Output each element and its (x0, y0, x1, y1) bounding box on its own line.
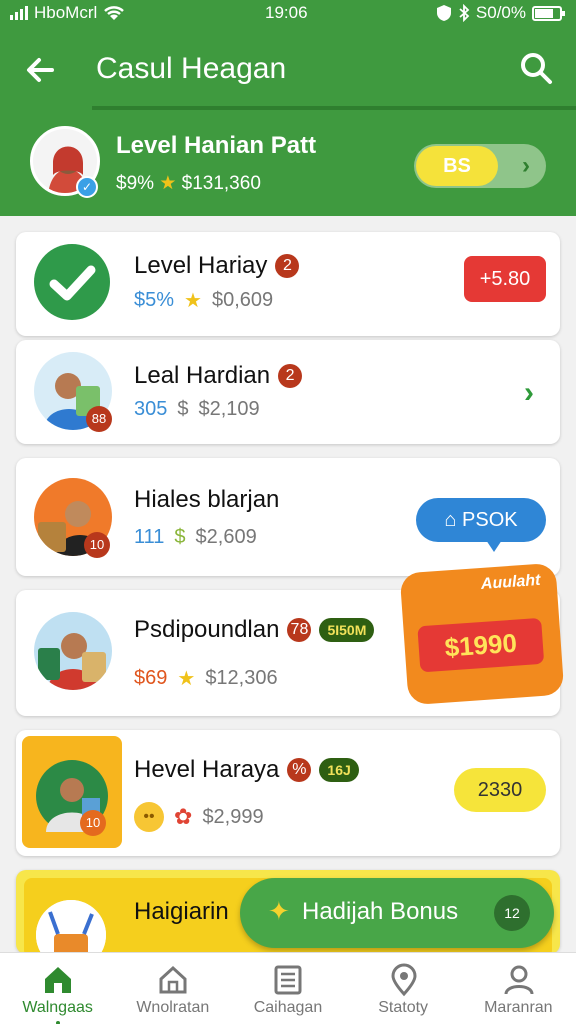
avatar (34, 612, 112, 690)
bonus-button[interactable]: ✦ Hadijah Bonus 12 (240, 878, 554, 948)
item-name: Hiales blarjan (134, 486, 280, 513)
bonus-badge: 12 (494, 895, 530, 931)
wifi-icon (104, 6, 125, 20)
dollar-icon: $ (177, 398, 189, 420)
bonus-label: Hadijah Bonus (302, 898, 459, 925)
item-amount: $2,609 (195, 526, 257, 548)
battery-text: S0/0% (475, 3, 526, 22)
thumb-badge: 10 (84, 532, 110, 558)
star-icon: ★ (177, 668, 196, 690)
nav-label: Maranran (484, 999, 553, 1016)
home-icon (45, 967, 71, 993)
post-button[interactable]: ⌂ PSOK (416, 498, 546, 552)
home-icon: ⌂ (444, 509, 463, 531)
signal-icon (10, 6, 28, 20)
item-name: Psdipoundlan (134, 616, 280, 643)
chevron-right-icon: › (522, 152, 530, 179)
toggle-label: BS (416, 146, 498, 186)
nav-label: Statoty (378, 999, 429, 1016)
list-item[interactable]: Psdipoundlan 78 5I50M $69 ★ $12,306 Auulaht … (16, 562, 565, 716)
count-badge: 2 (278, 364, 303, 388)
item-name: Leal Hardian (134, 362, 271, 389)
nav-item-list[interactable]: Caihagan (230, 953, 345, 1024)
dollar-icon: $ (174, 526, 186, 548)
chevron-right-icon[interactable]: › (524, 376, 534, 410)
list-item[interactable]: 10 Hevel Haraya% 16J •• ✿ $2,999 2330 (16, 730, 560, 856)
gift-icon: ✦ (268, 896, 290, 926)
count-badge: 2 (275, 254, 300, 278)
count-badge: 78 (287, 618, 312, 642)
nav-item-store[interactable]: Wnolratan (115, 953, 230, 1024)
promo-price: $1990 (417, 617, 545, 673)
star-icon: ★ (159, 173, 177, 194)
nav-item-location[interactable]: Statoty (346, 953, 461, 1024)
check-icon (34, 244, 110, 320)
flower-icon: ✿ (174, 804, 193, 829)
list-icon (274, 965, 302, 995)
status-badge: 5I50M (319, 618, 375, 642)
status-bar: HboMcrl 19:06 S0/0% (0, 0, 576, 26)
clock: 19:06 (265, 3, 308, 22)
app-bar: Casul Heagan (0, 40, 576, 100)
nav-label: Walngaas (22, 999, 93, 1016)
post-button-label: PSOK (462, 509, 518, 531)
promo-bubble[interactable]: Auulaht $1990 (399, 562, 565, 706)
item-stat: $69 (134, 667, 168, 689)
page-title: Casul Heagan (96, 52, 287, 85)
item-name: Hevel Haraya (134, 756, 280, 783)
item-stat: 305 (134, 398, 168, 420)
header-divider (92, 106, 576, 110)
item-stat: 111 (134, 526, 165, 548)
claim-button[interactable]: +5.80 (464, 256, 546, 302)
thumbnail-frame: 10 (22, 736, 122, 848)
item-amount: $0,609 (211, 289, 274, 311)
list-item[interactable]: Level Hariay 2 $5% ★ $0,609 +5.80 (16, 232, 560, 336)
nav-label: Wnolratan (136, 999, 210, 1016)
profile-percent: $9% (116, 173, 155, 194)
top-app-bar: HboMcrl 19:06 S0/0% Casul Heagan ✓ Level… (0, 0, 576, 216)
profile-icon (504, 965, 534, 995)
bluetooth-icon (459, 4, 470, 22)
thumb-badge: 88 (86, 406, 112, 432)
list-item[interactable]: 10 Hiales blarjan 111 $ $2,609 ⌂ PSOK (16, 458, 560, 576)
item-name: Haigiarin (134, 898, 229, 925)
battery-icon (532, 5, 565, 21)
store-icon (159, 965, 187, 994)
profile-amount: $131,360 (181, 173, 261, 194)
nav-item-home[interactable]: Walngaas (0, 953, 115, 1024)
promo-label: Auulaht (480, 571, 541, 593)
item-amount: $2,999 (202, 805, 264, 828)
profile-summary: ✓ Level Hanian Patt $9% ★ $131,360 BS › (0, 122, 576, 212)
thumb-badge: 10 (80, 810, 106, 836)
verified-icon: ✓ (76, 176, 98, 198)
smiley-icon: •• (134, 802, 164, 832)
item-amount: $2,109 (198, 398, 260, 420)
arrow-left-icon[interactable] (22, 52, 58, 88)
score-button[interactable]: 2330 (454, 768, 546, 812)
bottom-nav: Walngaas Wnolratan Caihagan Statoty Mara… (0, 952, 576, 1024)
carrier-text: HboMcrl (34, 3, 98, 22)
item-stat: $5% (134, 289, 175, 311)
status-badge: 16J (319, 758, 359, 782)
search-icon[interactable] (518, 50, 554, 86)
shield-icon (436, 5, 451, 21)
profile-name: Level Hanian Patt (116, 132, 317, 159)
star-icon: ★ (184, 290, 202, 312)
item-name: Level Hariay (134, 252, 268, 279)
location-icon (391, 963, 417, 997)
nav-item-profile[interactable]: Maranran (461, 953, 576, 1024)
item-amount: $12,306 (205, 667, 278, 689)
level-toggle[interactable]: BS › (414, 144, 546, 188)
nav-label: Caihagan (253, 999, 323, 1016)
count-badge: % (287, 758, 312, 782)
profile-stats: $9% ★ $131,360 (116, 172, 261, 195)
list-item[interactable]: 88 Leal Hardian 2 305 $ $2,109 › (16, 340, 560, 444)
